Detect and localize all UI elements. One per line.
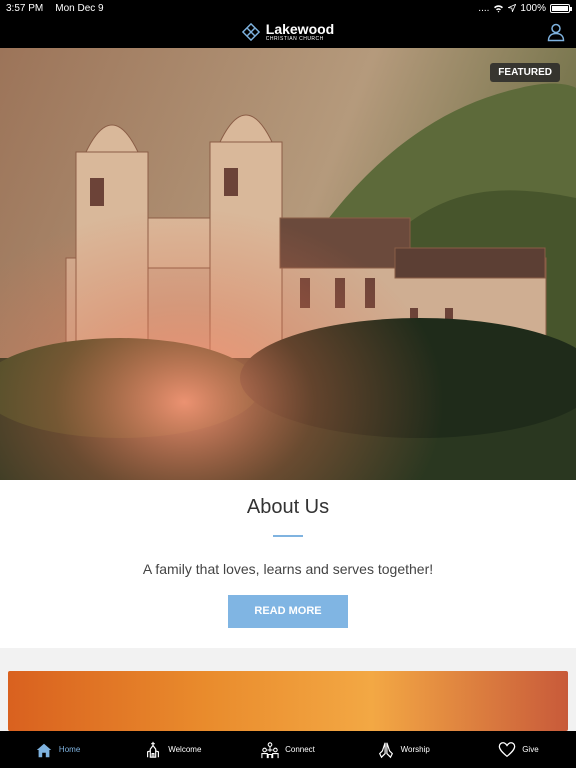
- user-icon: [547, 23, 565, 42]
- status-bar: 3:57 PM Mon Dec 9 .... 100%: [0, 0, 576, 16]
- praying-hands-icon: [378, 742, 393, 758]
- status-time: 3:57 PM: [6, 2, 44, 14]
- logo-subtitle: CHRISTIAN CHURCH: [265, 36, 324, 42]
- location-arrow-icon: [508, 4, 517, 12]
- tab-label-home: Home: [58, 745, 81, 754]
- next-featured-card[interactable]: [8, 671, 568, 731]
- featured-hero-image[interactable]: FEATURED: [0, 48, 576, 480]
- signal-indicator: ....: [478, 2, 490, 14]
- about-us-card: About Us A family that loves, learns and…: [0, 480, 576, 648]
- status-date: Mon Dec 9: [55, 2, 104, 14]
- battery-fill: [552, 5, 568, 11]
- church-photo: [0, 48, 576, 480]
- profile-button[interactable]: [546, 22, 566, 42]
- logo[interactable]: Lakewood CHRISTIAN CHURCH: [241, 21, 335, 42]
- tab-label-connect: Connect: [285, 745, 315, 754]
- tab-bar: Home Welcome Connect Worship Give: [0, 731, 576, 768]
- tab-connect[interactable]: Connect: [230, 731, 345, 768]
- title-divider: [273, 535, 303, 537]
- people-icon: [261, 741, 279, 758]
- tab-label-worship: Worship: [400, 745, 430, 754]
- logo-title: Lakewood: [265, 21, 335, 37]
- nav-bar: Lakewood CHRISTIAN CHURCH: [0, 16, 576, 48]
- battery-percent: 100%: [520, 2, 546, 14]
- tab-home[interactable]: Home: [0, 731, 115, 768]
- wifi-icon: [494, 4, 504, 13]
- read-more-button[interactable]: READ MORE: [228, 595, 348, 628]
- tab-label-give: Give: [522, 745, 539, 754]
- featured-badge: FEATURED: [490, 63, 560, 82]
- tab-welcome[interactable]: Welcome: [115, 731, 230, 768]
- about-title: About Us: [246, 496, 330, 518]
- tab-give[interactable]: Give: [461, 731, 576, 768]
- logo-mark-icon: [241, 23, 260, 41]
- tab-worship[interactable]: Worship: [346, 731, 461, 768]
- home-icon: [36, 743, 52, 757]
- heart-icon: [498, 741, 516, 757]
- battery-icon: [550, 3, 572, 13]
- tab-label-welcome: Welcome: [168, 745, 202, 754]
- church-icon: [147, 741, 160, 758]
- about-description: A family that loves, learns and serves t…: [142, 561, 434, 577]
